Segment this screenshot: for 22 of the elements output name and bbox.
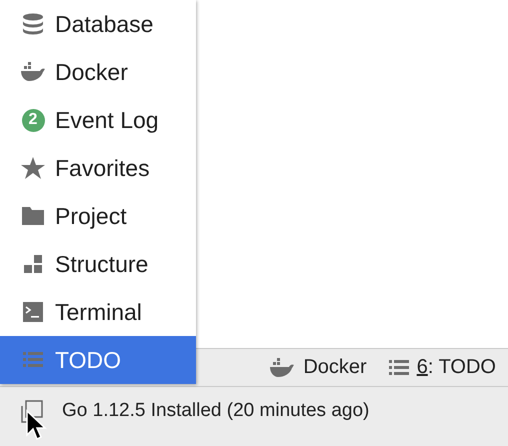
mouse-pointer-icon	[25, 409, 47, 441]
list-icon	[388, 360, 409, 376]
tool-window-button[interactable]: Docker	[269, 356, 367, 379]
folder-icon	[22, 207, 44, 225]
menu-item[interactable]: 2 Event Log	[0, 96, 196, 144]
whale-icon	[20, 62, 46, 82]
terminal-icon	[23, 302, 43, 322]
tool-window-button[interactable]: 6: TODO	[388, 356, 496, 379]
menu-item[interactable]: Structure	[0, 240, 196, 288]
structure-icon	[24, 255, 42, 273]
star-icon	[21, 156, 45, 180]
status-message: Go 1.12.5 Installed (20 minutes ago)	[62, 400, 370, 422]
menu-item[interactable]: Project	[0, 192, 196, 240]
menu-item[interactable]: Favorites	[0, 144, 196, 192]
database-icon	[22, 13, 44, 35]
list-icon	[23, 352, 43, 368]
count-badge: 2	[22, 108, 44, 132]
whale-icon	[269, 358, 296, 378]
menu-item[interactable]: Docker	[0, 48, 196, 96]
menu-item[interactable]: Database	[0, 0, 196, 48]
menu-item[interactable]: Terminal	[0, 288, 196, 336]
menu-item[interactable]: TODO	[0, 336, 196, 384]
